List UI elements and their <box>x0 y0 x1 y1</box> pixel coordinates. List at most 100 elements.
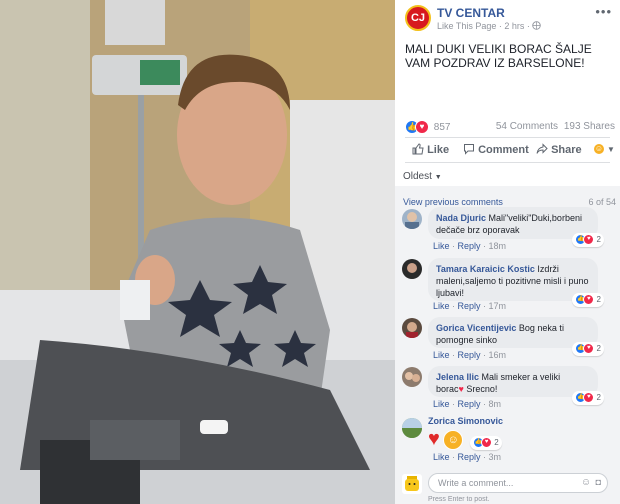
comment-author[interactable]: Nada Djuric <box>436 213 486 223</box>
comment-like-link[interactable]: Like <box>433 241 450 251</box>
comment-reaction-count: 2 <box>596 295 601 304</box>
comment-footer: Like · Reply · 3m <box>433 452 502 462</box>
love-reaction-icon: ♥ <box>583 234 595 246</box>
post-header: CJ TV CENTAR Like This Page · 2 hrs · ••… <box>395 0 620 40</box>
comment-like-link[interactable]: Like <box>433 301 450 311</box>
heart-icon: ♥ <box>458 384 464 394</box>
thumbs-up-icon <box>412 143 424 155</box>
caret-down-icon: ▼ <box>434 174 442 181</box>
avatar-image <box>407 263 417 273</box>
post-panel: CJ TV CENTAR Like This Page · 2 hrs · ••… <box>395 0 620 504</box>
view-previous-comments[interactable]: View previous comments <box>403 197 503 207</box>
comments-count-link[interactable]: 54 Comments <box>496 121 558 132</box>
reaction-picker[interactable]: ☺ ▼ <box>593 143 615 156</box>
avatar[interactable] <box>402 418 422 438</box>
comment-time[interactable]: 16m <box>489 350 507 360</box>
avatar-image <box>406 322 418 338</box>
avatar[interactable] <box>402 318 422 338</box>
comment-bubble: Jelena Ilic Mali smeker a veliki borac♥ … <box>428 366 598 397</box>
comment-input-placeholder: Write a comment... <box>438 478 514 488</box>
user-avatar <box>402 474 422 494</box>
comment-like-link[interactable]: Like <box>433 350 450 360</box>
avatar-image <box>405 372 420 382</box>
like-button-label: Like <box>427 144 450 156</box>
avatar[interactable] <box>402 259 422 279</box>
page-name-link[interactable]: TV CENTAR <box>437 6 505 20</box>
share-button-label: Share <box>551 144 582 156</box>
page-avatar[interactable]: CJ <box>405 5 431 31</box>
avatar[interactable] <box>402 209 422 229</box>
post-photo[interactable] <box>0 0 395 504</box>
kiss-emoji-icon: ☺ <box>443 430 464 450</box>
post-stats: 👍 ♥ 857 54 Comments 193 Shares <box>405 120 615 134</box>
stats-divider <box>405 137 610 138</box>
comment-author[interactable]: Zorica Simonovic <box>428 416 503 426</box>
comment-footer: Like · Reply · 8m <box>433 399 502 409</box>
comment-like-link[interactable]: Like <box>433 452 450 462</box>
reaction-count: 857 <box>433 121 451 133</box>
emoji-icon: ☺ <box>593 143 605 156</box>
comment-sticker: ♥ ☺ <box>428 428 464 450</box>
post-text: MALI DUKI VELIKI BORAC ŠALJE VAM POZDRAV… <box>405 42 592 70</box>
comment-reactions[interactable]: 👍 ♥ 2 <box>470 436 502 450</box>
comment-reactions[interactable]: 👍 ♥ 2 <box>572 233 604 247</box>
avatar-image <box>405 212 419 229</box>
comment-time[interactable]: 8m <box>489 399 502 409</box>
shares-count-link[interactable]: 193 Shares <box>564 121 615 132</box>
comment-reply-link[interactable]: Reply <box>458 301 481 311</box>
comment-sort-label: Oldest <box>403 171 432 182</box>
comment-time[interactable]: 3m <box>489 452 502 462</box>
comment-author[interactable]: Jelena Ilic <box>436 372 479 382</box>
actions-divider <box>405 162 610 163</box>
like-button[interactable]: Like <box>412 143 449 156</box>
comment-author[interactable]: Gorica Vicentijevic <box>436 323 516 333</box>
comment-reaction-count: 2 <box>494 438 499 447</box>
love-reaction-icon: ♥ <box>415 120 429 134</box>
comment-reply-link[interactable]: Reply <box>458 350 481 360</box>
comment-time[interactable]: 18m <box>489 241 507 251</box>
love-reaction-icon: ♥ <box>583 392 595 404</box>
avatar[interactable] <box>402 367 422 387</box>
comment-bubble: Gorica Vicentijevic Bog neka ti pomogne … <box>428 317 598 348</box>
comment-input[interactable]: Write a comment... ☺ ◘ <box>428 473 608 493</box>
comment-reaction-count: 2 <box>596 393 601 402</box>
comment-bubble: Nada Djuric Mali"veliki"Duki,borbeni deč… <box>428 207 598 239</box>
comment-time[interactable]: 17m <box>489 301 507 311</box>
action-bar: Like Comment Share ☺ ▼ <box>405 140 615 160</box>
comment-author[interactable]: Tamara Karaicic Kostic <box>436 264 535 274</box>
love-reaction-icon: ♥ <box>481 437 492 449</box>
post-meta-text[interactable]: Like This Page · 2 hrs · <box>437 21 532 31</box>
comment-footer: Like · Reply · 18m <box>433 241 507 251</box>
globe-icon <box>532 21 542 30</box>
share-icon <box>536 143 548 154</box>
comment-counter: 6 of 54 <box>588 197 616 207</box>
enter-hint: Press Enter to post. <box>428 496 490 503</box>
comment-reactions[interactable]: 👍 ♥ 2 <box>572 342 604 356</box>
comment-text-cont: Srecno! <box>466 384 498 394</box>
comment-icon <box>464 144 474 155</box>
post-meta: Like This Page · 2 hrs · <box>437 21 542 31</box>
camera-icon[interactable]: ◘ <box>596 477 601 487</box>
comment-reactions[interactable]: 👍 ♥ 2 <box>572 293 604 307</box>
chevron-down-icon: ▼ <box>607 145 615 154</box>
comment-footer: Like · Reply · 16m <box>433 350 507 360</box>
comment-footer: Like · Reply · 17m <box>433 301 507 311</box>
red-heart-icon: ♥ <box>428 428 440 450</box>
comment-sort-dropdown[interactable]: Oldest ▼ <box>403 171 442 182</box>
comment-reactions[interactable]: 👍 ♥ 2 <box>572 391 604 405</box>
reactions-summary[interactable]: 👍 ♥ 857 <box>405 120 451 134</box>
comment-like-link[interactable]: Like <box>433 399 450 409</box>
comment-reply-link[interactable]: Reply <box>458 241 481 251</box>
share-button[interactable]: Share <box>536 143 582 156</box>
comment-reaction-count: 2 <box>596 344 601 353</box>
comment-reply-link[interactable]: Reply <box>458 452 481 462</box>
comment-bubble: Tamara Karaicic Kostic Izdrži maleni,sal… <box>428 258 598 301</box>
comment-reply-link[interactable]: Reply <box>458 399 481 409</box>
more-options-icon[interactable]: ••• <box>595 4 612 19</box>
comment-reaction-count: 2 <box>596 235 601 244</box>
love-reaction-icon: ♥ <box>583 294 595 306</box>
love-reaction-icon: ♥ <box>583 343 595 355</box>
lego-avatar-icon <box>405 476 419 491</box>
emoji-picker-icon[interactable]: ☺ <box>581 477 591 488</box>
comment-button[interactable]: Comment <box>463 143 529 156</box>
